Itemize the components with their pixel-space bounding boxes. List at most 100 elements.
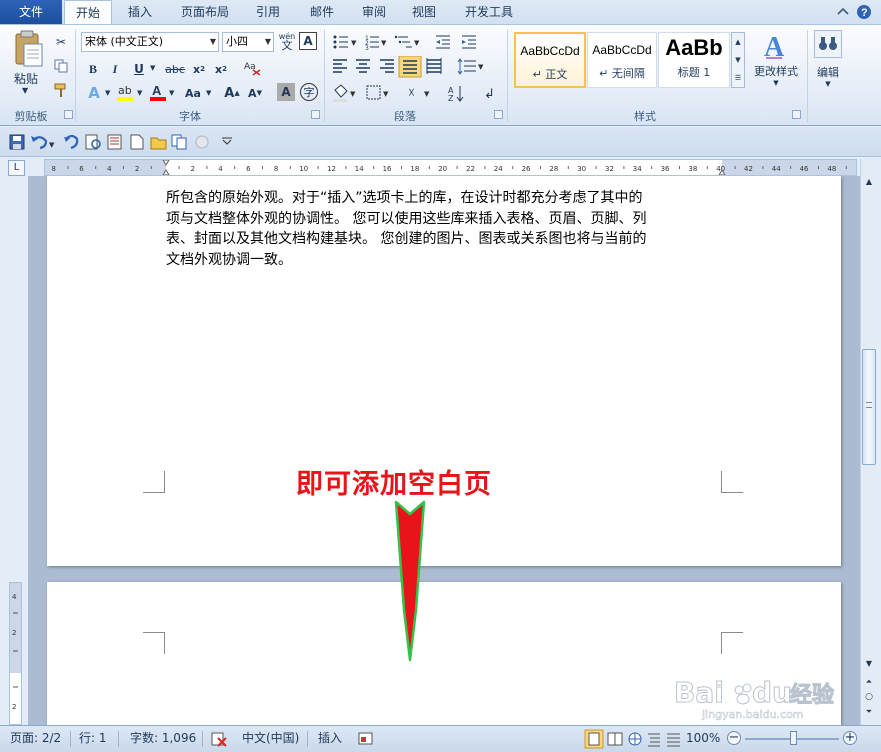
paragraph-launcher-icon[interactable] xyxy=(494,110,503,119)
paste-button[interactable] xyxy=(10,30,46,70)
change-case-icon[interactable]: Aa xyxy=(180,83,206,103)
tab-home[interactable]: 开始 xyxy=(64,0,112,25)
decrease-indent-icon[interactable] xyxy=(436,35,450,49)
previous-page-icon[interactable]: ⏶ xyxy=(862,677,876,689)
grow-font-icon[interactable]: A ▲ xyxy=(221,83,243,103)
scroll-up-icon[interactable]: ▲ xyxy=(862,177,876,189)
redo-icon[interactable] xyxy=(64,134,79,150)
vertical-ruler[interactable]: 4 2 2 xyxy=(9,582,22,725)
shading-icon[interactable]: ▼ xyxy=(333,84,356,102)
highlight-color-icon[interactable]: ab xyxy=(114,82,136,102)
minimize-ribbon-icon[interactable] xyxy=(837,7,849,15)
gallery-down-icon[interactable]: ▼ xyxy=(732,51,744,69)
style-heading-1[interactable]: AaBb 标题 1 xyxy=(658,32,730,88)
show-marks-icon[interactable]: ↲ xyxy=(484,87,495,102)
full-screen-reading-icon[interactable] xyxy=(607,732,623,746)
gallery-up-icon[interactable]: ▲ xyxy=(732,33,744,51)
vertical-scrollbar[interactable]: ▲ ▼ ⏶ ○ ⏷ xyxy=(860,159,877,725)
strikethrough-icon[interactable]: abc xyxy=(163,59,187,79)
next-page-icon[interactable]: ⏷ xyxy=(862,707,876,719)
scroll-down-icon[interactable]: ▼ xyxy=(862,659,876,671)
increase-indent-icon[interactable] xyxy=(462,35,476,49)
justify-icon[interactable] xyxy=(398,56,422,78)
zoom-out-icon[interactable]: − xyxy=(727,731,741,745)
enclose-characters-icon[interactable]: 字 xyxy=(300,83,318,101)
gallery-more-icon[interactable]: ☰ xyxy=(732,69,744,87)
center-icon[interactable] xyxy=(356,59,370,73)
underline-icon[interactable]: U xyxy=(130,59,148,79)
web-layout-icon[interactable] xyxy=(628,732,642,746)
change-styles-button[interactable]: A 更改样式 ▼ xyxy=(752,30,800,90)
tab-page-layout[interactable]: 页面布局 xyxy=(172,0,238,24)
tab-review[interactable]: 审阅 xyxy=(352,0,396,24)
phonetic-guide-icon[interactable]: wén 文 xyxy=(277,31,297,51)
clear-formatting-icon[interactable]: Aa xyxy=(242,58,264,78)
numbering-icon[interactable]: 123▼ xyxy=(365,35,387,52)
zoom-in-icon[interactable]: + xyxy=(843,731,857,745)
clipboard-launcher-icon[interactable] xyxy=(64,110,73,119)
macro-record-icon[interactable] xyxy=(358,731,374,750)
disabled-circle-icon[interactable] xyxy=(195,135,209,149)
horizontal-ruler[interactable]: 8 6 4 2 2 4 6 8 10 12 14 16 18 20 22 24 26 28 30 32 34 36 38 40… xyxy=(44,159,857,176)
page-count-status[interactable]: 页面: 2/2 xyxy=(10,726,61,751)
chevron-down-icon[interactable]: ▼ xyxy=(137,89,142,97)
text-effects-icon[interactable]: A xyxy=(84,83,104,103)
align-left-icon[interactable] xyxy=(333,59,347,73)
copy-icon[interactable] xyxy=(52,56,70,76)
word-count-status[interactable]: 字数: 1,096 xyxy=(130,726,196,751)
scroll-thumb[interactable] xyxy=(862,349,876,465)
cut-icon[interactable]: ✂ xyxy=(52,32,70,52)
proofing-icon[interactable] xyxy=(210,730,230,751)
zoom-slider-thumb[interactable] xyxy=(790,731,797,745)
distributed-icon[interactable] xyxy=(426,58,442,74)
subscript-icon[interactable]: x2 xyxy=(190,59,208,79)
multilevel-list-icon[interactable]: ▼ xyxy=(394,35,420,48)
help-icon[interactable]: ? xyxy=(857,5,871,19)
sort-icon[interactable]: AZ xyxy=(448,86,464,103)
undo-icon[interactable]: ▼ xyxy=(31,136,55,150)
font-name-combo[interactable]: 宋体 (中文正文) ▼ xyxy=(81,32,219,52)
tab-references[interactable]: 引用 xyxy=(246,0,290,24)
editing-button[interactable]: 编辑 ▼ xyxy=(812,30,844,94)
document-body-text[interactable]: 所包含的原始外观。对于“插入”选项卡上的库，在设计时都充分考虑了其中的 项与文档… xyxy=(166,188,721,270)
tab-insert[interactable]: 插入 xyxy=(118,0,162,24)
character-border-icon[interactable]: A xyxy=(299,32,317,50)
outline-view-icon[interactable] xyxy=(648,733,660,747)
file-tab[interactable]: 文件 xyxy=(0,0,62,24)
insert-mode-status[interactable]: 插入 xyxy=(318,726,342,751)
customize-qat-icon[interactable] xyxy=(222,137,232,145)
compare-icon[interactable] xyxy=(171,134,187,150)
bold-icon[interactable]: B xyxy=(84,59,102,79)
tab-mailings[interactable]: 邮件 xyxy=(300,0,344,24)
align-right-icon[interactable] xyxy=(380,59,394,73)
open-folder-icon[interactable] xyxy=(150,137,167,150)
tab-selector-icon[interactable]: L xyxy=(8,160,25,176)
bullets-icon[interactable]: ▼ xyxy=(333,35,358,49)
paste-dropdown-icon[interactable]: ▼ xyxy=(22,86,28,95)
select-browse-object-icon[interactable]: ○ xyxy=(862,692,876,704)
character-shading-icon[interactable]: A xyxy=(277,83,295,101)
tab-view[interactable]: 视图 xyxy=(402,0,446,24)
italic-icon[interactable]: I xyxy=(106,59,124,79)
line-spacing-icon[interactable]: ▼ xyxy=(457,58,484,75)
draft-view-icon[interactable] xyxy=(667,733,680,747)
style-no-spacing[interactable]: AaBbCcDd ↵ 无间隔 xyxy=(587,32,657,88)
zoom-level[interactable]: 100% xyxy=(686,726,720,751)
format-painter-icon[interactable] xyxy=(52,80,70,100)
chevron-down-icon[interactable]: ▼ xyxy=(150,64,155,72)
font-launcher-icon[interactable] xyxy=(311,110,320,119)
font-color-icon[interactable]: A xyxy=(148,82,168,102)
chevron-down-icon[interactable]: ▼ xyxy=(206,89,211,97)
styles-gallery-scroll[interactable]: ▲ ▼ ☰ xyxy=(731,32,745,88)
style-normal[interactable]: AaBbCcDd ↵ 正文 xyxy=(514,32,586,88)
print-layout-view-icon[interactable] xyxy=(584,729,604,749)
chinese-layout-icon[interactable]: ☓ ▼ xyxy=(408,86,430,101)
print-preview-icon[interactable] xyxy=(85,134,101,150)
styles-launcher-icon[interactable] xyxy=(792,110,801,119)
line-number-status[interactable]: 行: 1 xyxy=(79,726,107,751)
quick-print-icon[interactable] xyxy=(107,134,122,150)
borders-icon[interactable]: ▼ xyxy=(366,85,389,100)
superscript-icon[interactable]: x2 xyxy=(212,59,230,79)
tab-developer[interactable]: 开发工具 xyxy=(456,0,522,24)
chevron-down-icon[interactable]: ▼ xyxy=(105,89,110,97)
